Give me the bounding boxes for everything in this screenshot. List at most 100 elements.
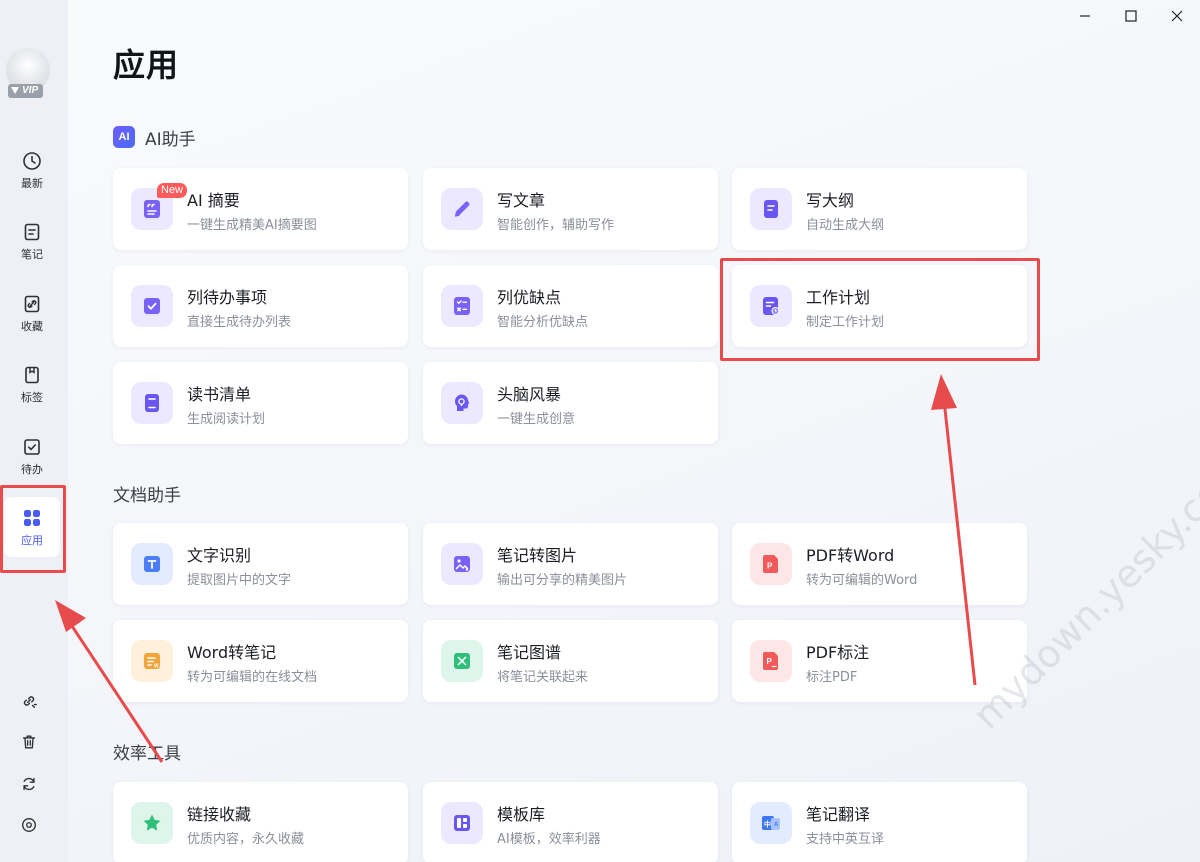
- nav-label: 笔记: [21, 247, 43, 261]
- ai-badge-icon: AI: [113, 126, 135, 148]
- main-content: 应用 AI AI助手 New AI 摘要 一键生成精美AI摘要图 写文章 智能创…: [68, 0, 1200, 862]
- svg-text:P: P: [767, 562, 773, 571]
- nav-item-tags[interactable]: 标签: [4, 354, 60, 414]
- minimize-icon[interactable]: [1062, 0, 1108, 32]
- app-card-work-plan[interactable]: 工作计划 制定工作计划: [732, 265, 1027, 347]
- card-title: 文字识别: [187, 546, 252, 565]
- svg-text:P: P: [767, 657, 773, 666]
- card-title: 笔记翻译: [806, 805, 871, 824]
- app-card-pdf-to-word[interactable]: P PDF转Word 转为可编辑的Word: [732, 523, 1027, 605]
- app-card-note-translate[interactable]: 中A 笔记翻译 支持中英互译: [732, 782, 1027, 862]
- word-icon: W: [131, 640, 173, 682]
- card-desc: 一键生成精美AI摘要图: [187, 218, 317, 233]
- nav-label: 待办: [21, 462, 43, 476]
- card-title: 头脑风暴: [497, 385, 562, 404]
- broken-link-icon[interactable]: [18, 690, 40, 712]
- card-title: 笔记图谱: [497, 643, 562, 662]
- new-badge: New: [157, 183, 188, 198]
- card-desc: 支持中英互译: [806, 832, 885, 847]
- book-icon: [131, 382, 173, 424]
- card-title: PDF转Word: [806, 546, 895, 565]
- app-card-link-collect[interactable]: 链接收藏 优质内容，永久收藏: [113, 782, 408, 862]
- app-card-ai-summary[interactable]: New AI 摘要 一键生成精美AI摘要图: [113, 168, 408, 250]
- app-card-ocr[interactable]: 文字识别 提取图片中的文字: [113, 523, 408, 605]
- nav-item-recent[interactable]: 最新: [4, 140, 60, 200]
- app-card-template-library[interactable]: 模板库 AI模板，效率利器: [423, 782, 718, 862]
- card-desc: 优质内容，永久收藏: [187, 832, 305, 847]
- card-title: 笔记转图片: [497, 546, 578, 565]
- app-card-write-outline[interactable]: 写大纲 自动生成大纲: [732, 168, 1027, 250]
- sync-icon[interactable]: [18, 773, 40, 795]
- card-desc: 智能创作，辅助写作: [497, 218, 615, 233]
- trash-icon[interactable]: [18, 731, 40, 753]
- app-card-word-to-note[interactable]: W Word转笔记 转为可编辑的在线文档: [113, 620, 408, 702]
- app-card-brainstorm[interactable]: 头脑风暴 一键生成创意: [423, 362, 718, 444]
- card-desc: 生成阅读计划: [187, 412, 266, 427]
- card-desc: 自动生成大纲: [806, 218, 885, 233]
- checkbox-icon: [131, 285, 173, 327]
- card-desc: AI模板，效率利器: [497, 832, 601, 847]
- vip-badge: VIP: [8, 84, 44, 98]
- section-title: 效率工具: [113, 743, 181, 764]
- bookmark-icon: [25, 366, 39, 383]
- page-title: 应用: [113, 46, 180, 84]
- card-desc: 标注PDF: [806, 670, 858, 685]
- settings-icon[interactable]: [18, 814, 40, 836]
- window-controls: [1062, 0, 1200, 32]
- section-title: AI助手: [145, 129, 196, 150]
- nav-item-notes[interactable]: 笔记: [4, 211, 60, 271]
- outline-doc-icon: [750, 188, 792, 230]
- card-desc: 将笔记关联起来: [497, 670, 589, 685]
- card-desc: 转为可编辑的Word: [806, 573, 918, 588]
- card-desc: 直接生成待办列表: [187, 315, 292, 330]
- app-card-write-article[interactable]: 写文章 智能创作，辅助写作: [423, 168, 718, 250]
- section-header-efficiency: 效率工具: [113, 738, 181, 764]
- card-title: 写大纲: [806, 191, 855, 210]
- pros-cons-icon: [441, 285, 483, 327]
- link-icon: [24, 295, 40, 312]
- section-header-doc: 文档助手: [113, 480, 181, 506]
- template-icon: [441, 802, 483, 844]
- sidebar: VIP 最新 笔记 收藏 标签 待办 应用: [0, 0, 68, 862]
- svg-text:A: A: [774, 822, 779, 828]
- card-desc: 制定工作计划: [806, 315, 885, 330]
- card-desc: 一键生成创意: [497, 412, 576, 427]
- card-desc: 转为可编辑的在线文档: [187, 670, 318, 685]
- annotation-highlight-apps: [0, 485, 66, 573]
- pencil-icon: [441, 188, 483, 230]
- section-title: 文档助手: [113, 485, 181, 506]
- card-desc: 输出可分享的精美图片: [497, 573, 628, 588]
- app-card-note-graph[interactable]: 笔记图谱 将笔记关联起来: [423, 620, 718, 702]
- close-icon[interactable]: [1154, 0, 1200, 32]
- app-card-note-to-image[interactable]: 笔记转图片 输出可分享的精美图片: [423, 523, 718, 605]
- app-card-pros-cons[interactable]: 列优缺点 智能分析优缺点: [423, 265, 718, 347]
- nav-item-favorites[interactable]: 收藏: [4, 283, 60, 343]
- image-icon: [441, 543, 483, 585]
- plan-doc-icon: [750, 285, 792, 327]
- card-title: AI 摘要: [187, 191, 240, 210]
- card-desc: 提取图片中的文字: [187, 573, 292, 588]
- nav-item-todo[interactable]: 待办: [4, 426, 60, 486]
- svg-text:W: W: [154, 664, 159, 670]
- nav-label: 最新: [21, 176, 43, 190]
- graph-icon: [441, 640, 483, 682]
- maximize-icon[interactable]: [1108, 0, 1154, 32]
- card-desc: 智能分析优缺点: [497, 315, 589, 330]
- card-title: 模板库: [497, 805, 546, 824]
- clock-icon: [23, 151, 41, 170]
- checkbox-icon: [24, 438, 40, 455]
- nav-label: 标签: [21, 390, 43, 404]
- note-icon: [24, 223, 40, 240]
- translate-icon: 中A: [750, 802, 792, 844]
- card-title: PDF标注: [806, 643, 870, 662]
- app-card-reading-list[interactable]: 读书清单 生成阅读计划: [113, 362, 408, 444]
- app-card-pdf-annotate[interactable]: P PDF标注 标注PDF: [732, 620, 1027, 702]
- pdf-icon: P: [750, 543, 792, 585]
- brain-icon: [441, 382, 483, 424]
- star-icon: [131, 802, 173, 844]
- nav-label: 收藏: [21, 319, 43, 333]
- app-card-todo-list[interactable]: 列待办事项 直接生成待办列表: [113, 265, 408, 347]
- card-title: 列待办事项: [187, 288, 268, 307]
- card-title: 读书清单: [187, 385, 252, 404]
- text-ocr-icon: [131, 543, 173, 585]
